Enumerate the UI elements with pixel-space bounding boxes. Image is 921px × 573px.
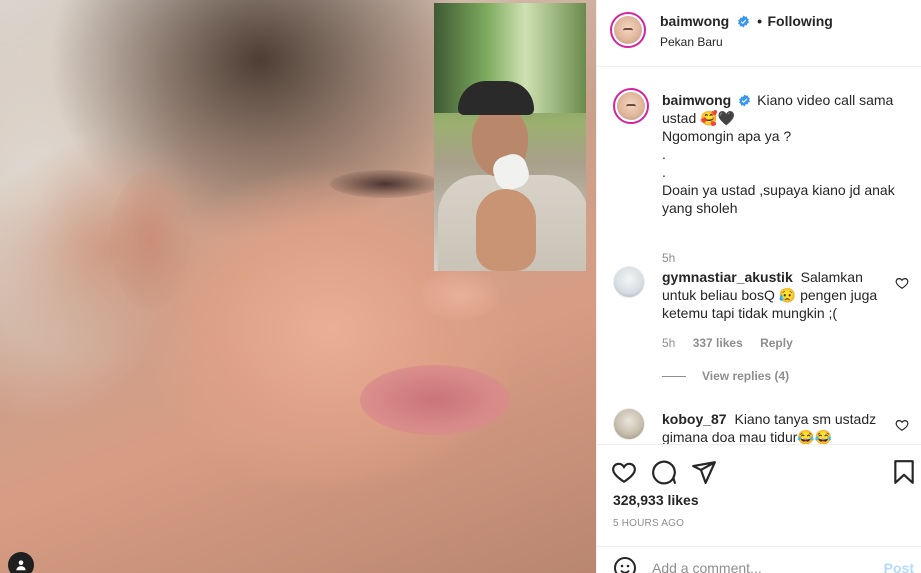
caption-text: baimwong Kiano video call sama ustad 🥰🖤 … [662,91,902,217]
comment-username[interactable]: koboy_87 [662,411,727,427]
comment-avatar[interactable] [613,266,645,298]
reply-button[interactable]: Reply [760,336,793,350]
post-location[interactable]: Pekan Baru [660,35,723,49]
media-detail [330,170,440,198]
comment-bubble-icon[interactable] [651,459,677,485]
comment-input[interactable]: Add a comment... [652,560,762,573]
post-timestamp[interactable]: 5 HOURS AGO [613,518,684,529]
caption-line: . [662,146,666,162]
view-replies-button[interactable]: View replies (4) [662,369,789,383]
caption-line: Kiano video call sama [757,92,894,108]
verified-badge-icon [739,94,751,107]
header-user-line: baimwong • Following [660,13,833,31]
caption-line: . [662,164,666,180]
comment-avatar[interactable] [613,408,645,440]
caption-line: Ngomongin apa ya ? [662,128,792,144]
divider [662,376,686,378]
user-icon [16,560,26,571]
emoji: 🖤 [717,110,736,126]
tagged-user-icon[interactable] [8,552,34,573]
emoji: 😂😂 [797,429,833,444]
caption-line: Doain ya ustad ,supaya kiano jd anak [662,182,895,198]
video-call-inset [434,3,586,271]
comment-meta: 5h 337 likes Reply [662,336,807,350]
like-heart-icon[interactable] [611,459,637,485]
comments-list[interactable]: baimwong Kiano video call sama ustad 🥰🖤 … [597,68,921,444]
like-comment-icon[interactable] [895,276,909,290]
comment-likes[interactable]: 337 likes [693,336,743,350]
post-header: baimwong • Following Pekan Baru [597,0,921,67]
likes-count[interactable]: 328,933 likes [613,492,699,508]
separator-dot: • [757,13,763,29]
post-sidebar: baimwong • Following Pekan Baru baimwong… [596,0,921,573]
post-comment-button[interactable]: Post [884,560,914,573]
emoji: 😥 [778,287,797,303]
post-actions: 328,933 likes 5 HOURS AGO [597,444,921,544]
add-comment-bar: Add a comment... Post [597,546,921,573]
avatar[interactable] [610,12,646,48]
caption-avatar[interactable] [613,88,649,124]
caption-time[interactable]: 5h [662,251,675,265]
view-replies-label: View replies (4) [702,369,790,383]
media-detail [110,170,190,310]
post-username[interactable]: baimwong [660,13,729,29]
emoji-smiley-icon[interactable] [613,556,637,573]
comment-username[interactable]: gymnastiar_akustik [662,269,793,285]
post-media[interactable] [0,0,596,573]
caption-line: yang sholeh [662,200,738,216]
comment-text: gymnastiar_akustik Salamkan untuk beliau… [662,268,887,322]
comment-text: koboy_87 Kiano tanya sm ustadz gimana do… [662,410,887,444]
comment-time[interactable]: 5h [662,336,675,350]
media-detail [420,270,500,320]
following-button[interactable]: Following [768,13,833,29]
emoji: 🥰 [700,110,718,126]
save-bookmark-icon[interactable] [891,459,917,485]
caption-meta: 5h [662,251,689,265]
caption-username[interactable]: baimwong [662,92,731,108]
like-comment-icon[interactable] [895,418,909,432]
verified-badge-icon [737,15,749,28]
media-detail [360,365,510,435]
share-paper-plane-icon[interactable] [691,459,717,485]
caption-line: ustad [662,110,697,126]
